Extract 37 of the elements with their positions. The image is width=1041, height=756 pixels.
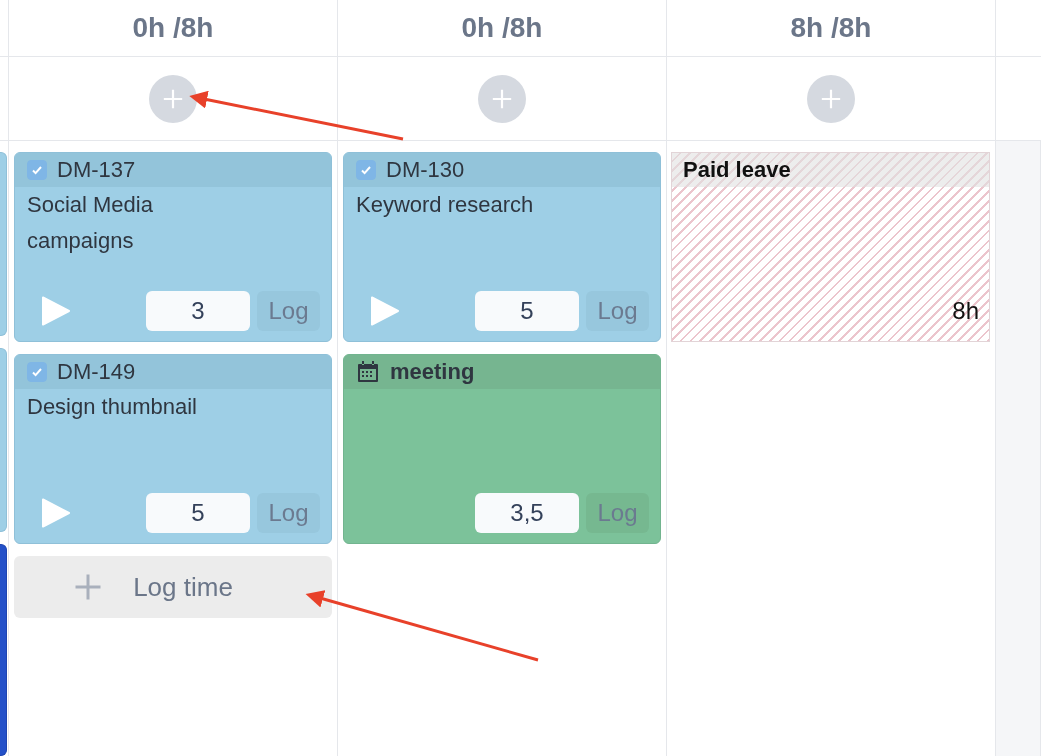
hours-total: 0h /8h bbox=[461, 12, 543, 44]
hours-total: 0h /8h bbox=[132, 12, 214, 44]
plus-icon bbox=[162, 87, 184, 110]
task-card[interactable]: DM-130 Keyword research 5 Log bbox=[343, 152, 661, 342]
task-title: Keyword research bbox=[355, 191, 535, 219]
check-icon bbox=[360, 164, 372, 176]
add-button[interactable] bbox=[478, 74, 526, 123]
play-icon[interactable] bbox=[370, 296, 400, 326]
issue-key: DM-149 bbox=[57, 359, 136, 385]
task-title: Design thumbnail bbox=[26, 393, 198, 421]
play-icon[interactable] bbox=[41, 296, 71, 326]
event-title: meeting bbox=[390, 359, 475, 385]
task-card[interactable]: DM-149 Design thumbnail 5 Log bbox=[14, 354, 332, 544]
checkbox[interactable] bbox=[27, 362, 47, 382]
hours-field[interactable]: 3 bbox=[146, 291, 250, 331]
task-title: Social Media campaigns bbox=[26, 191, 154, 255]
plus-icon bbox=[491, 87, 513, 110]
checkbox[interactable] bbox=[356, 160, 376, 180]
hours-total: 8h /8h bbox=[790, 12, 872, 44]
hours-field[interactable]: 3,5 bbox=[475, 493, 579, 533]
plus-icon bbox=[73, 572, 104, 602]
hours-field[interactable]: 5 bbox=[475, 291, 579, 331]
hours-field[interactable]: 5 bbox=[146, 493, 250, 533]
task-card[interactable]: DM-137 Social Media campaigns 3 Log bbox=[14, 152, 332, 342]
check-icon bbox=[31, 366, 43, 378]
log-time-button[interactable]: Log time bbox=[14, 556, 332, 618]
event-card[interactable]: meeting 3,5 Log bbox=[343, 354, 661, 544]
check-icon bbox=[31, 164, 43, 176]
leave-title: Paid leave bbox=[683, 157, 791, 183]
calendar-icon bbox=[356, 360, 380, 384]
plus-icon bbox=[820, 87, 842, 110]
leave-hours: 8h bbox=[952, 297, 980, 326]
add-button[interactable] bbox=[807, 74, 855, 123]
issue-key: DM-137 bbox=[57, 157, 136, 183]
checkbox[interactable] bbox=[27, 160, 47, 180]
play-icon[interactable] bbox=[41, 498, 71, 528]
issue-key: DM-130 bbox=[386, 157, 465, 183]
